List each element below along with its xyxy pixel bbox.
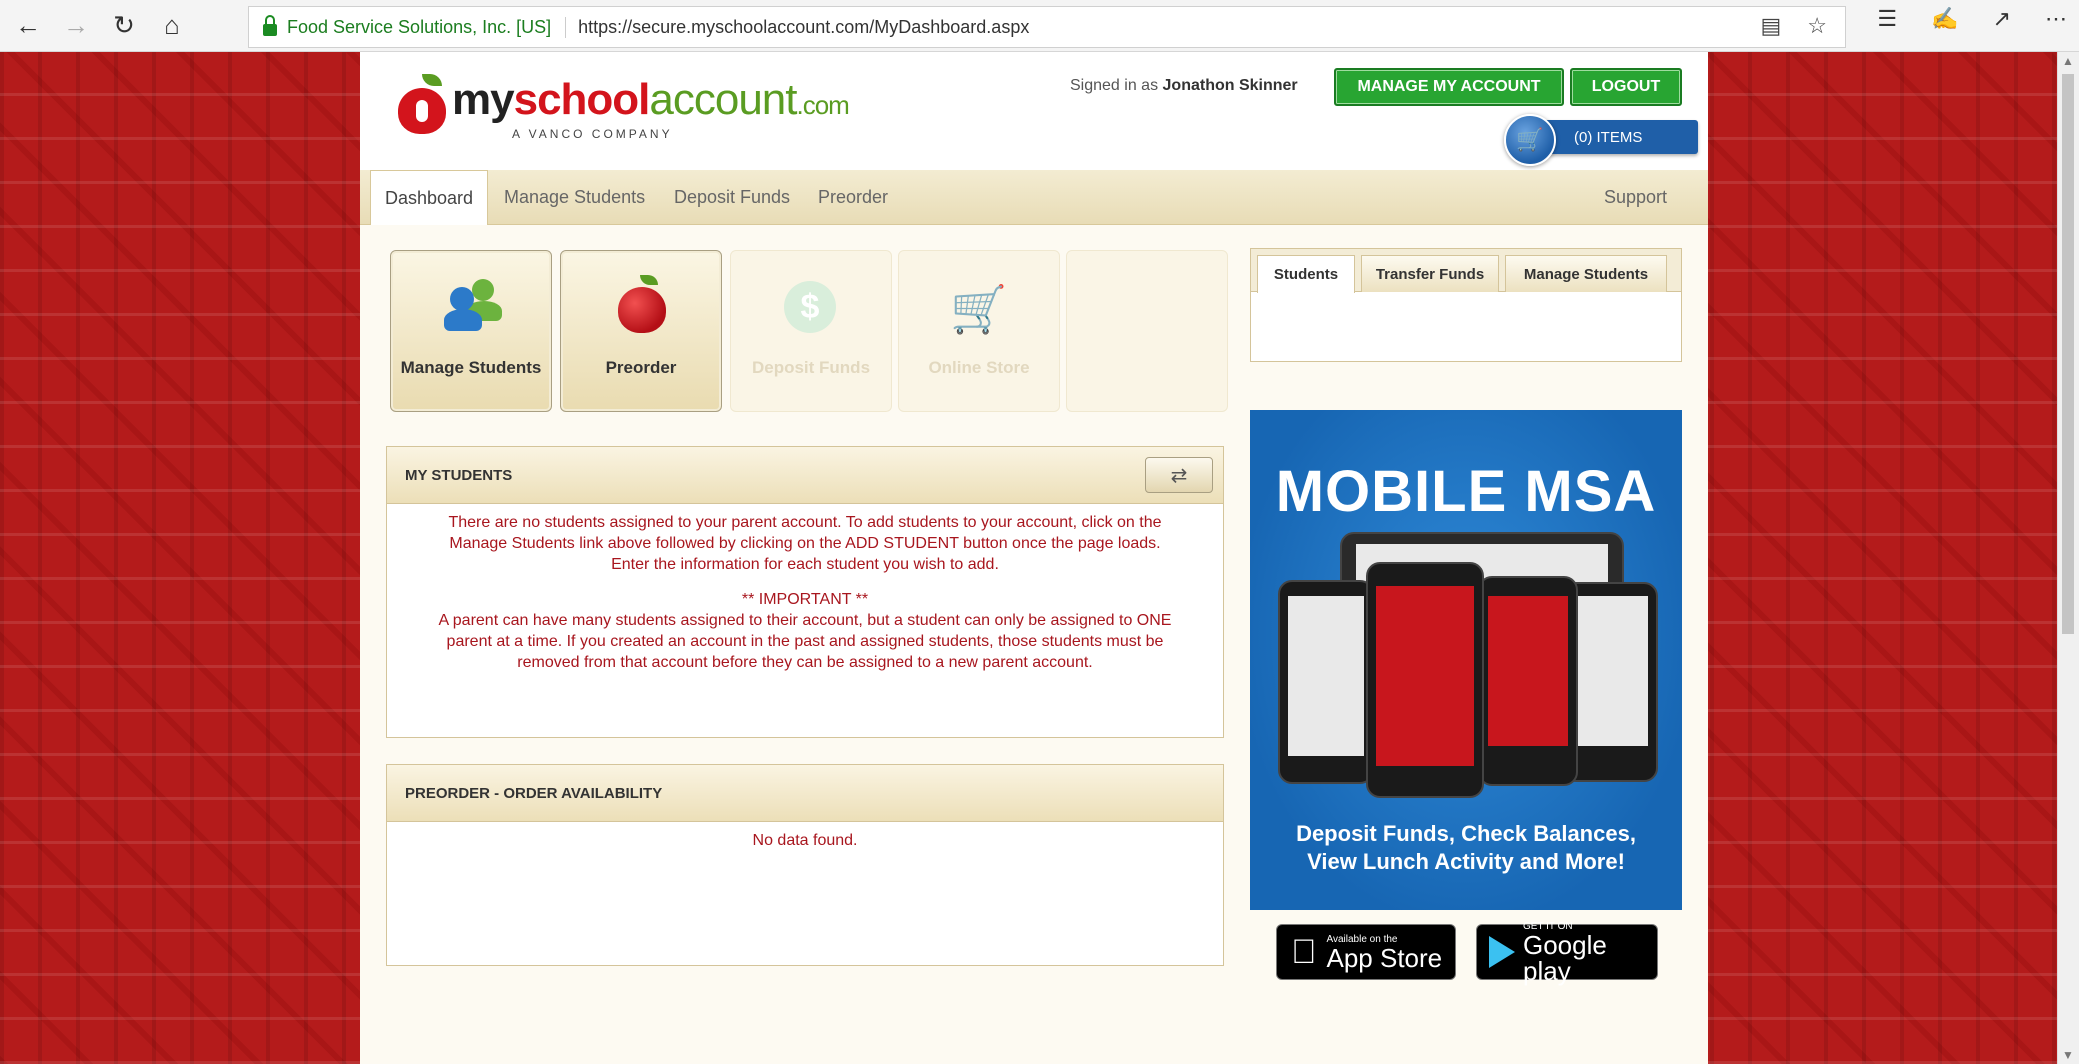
favorites-hub-icon[interactable]: ☰ [1877, 6, 1897, 32]
favorite-star-icon[interactable]: ☆ [1807, 13, 1827, 39]
my-students-panel: MY STUDENTS ⇄ There are no students assi… [386, 446, 1224, 738]
browser-toolbar: ← → ↻ ⌂ Food Service Solutions, Inc. [US… [0, 0, 2079, 52]
tab-students[interactable]: Students [1257, 255, 1355, 293]
share-icon[interactable]: ↗ [1993, 6, 2011, 32]
panel-title: MY STUDENTS [387, 447, 1223, 504]
logo-text-account: account [649, 75, 797, 124]
ad-tagline-line: Deposit Funds, Check Balances, [1296, 821, 1636, 846]
site-identity[interactable]: Food Service Solutions, Inc. [US] [287, 16, 567, 38]
more-icon[interactable]: ⋯ [2045, 6, 2067, 32]
nav-preorder[interactable]: Preorder [818, 170, 888, 224]
nav-dashboard[interactable]: Dashboard [370, 170, 489, 225]
refresh-button[interactable]: ⇄ [1145, 457, 1213, 493]
cart-icon: 🛒 [950, 283, 1008, 335]
logo-text-school: school [513, 75, 651, 124]
tile-label: Online Store [928, 358, 1030, 377]
store-big-text: App Store [1301, 942, 1443, 973]
app-store-badge[interactable]:  Available on the App Store [1276, 924, 1456, 980]
refresh-icon: ⇄ [1170, 464, 1188, 487]
mobile-msa-ad[interactable]: MOBILE MSA Deposit Funds, Check Balances… [1250, 410, 1682, 910]
site-header: myschoolaccount.com A VANCO COMPANY Sign… [360, 52, 1708, 170]
nav-support[interactable]: Support [1604, 170, 1667, 224]
scroll-down-icon[interactable]: ▼ [2062, 1048, 2074, 1062]
lock-icon [263, 15, 277, 36]
logo-text-my: my [452, 75, 515, 124]
message-line: Enter the information for each student y… [611, 556, 999, 573]
cart-items-count: (0) ITEMS [1574, 128, 1643, 146]
tile-label: Manage Students [400, 358, 542, 377]
tile-deposit-funds: $ Deposit Funds [730, 250, 892, 412]
store-big-text: Google play [1523, 929, 1607, 986]
tile-label: Preorder [605, 358, 677, 377]
shopping-cart-icon: 🛒 [1504, 114, 1556, 166]
preorder-availability-panel: PREORDER - ORDER AVAILABILITY No data fo… [386, 764, 1224, 966]
refresh-icon[interactable]: ↻ [104, 6, 144, 46]
reading-view-icon[interactable]: ▤ [1760, 13, 1781, 39]
nav-manage-students[interactable]: Manage Students [504, 170, 645, 224]
google-play-badge[interactable]: GET IT ON Google play [1476, 921, 1658, 984]
pen-icon[interactable]: ✍ [1931, 6, 1958, 32]
logo-tagline: A VANCO COMPANY [512, 127, 673, 141]
url-text[interactable]: https://secure.myschoolaccount.com/MyDas… [578, 17, 1029, 38]
forward-icon[interactable]: → [56, 6, 96, 46]
apple-logo-icon [398, 74, 446, 134]
tile-label: Deposit Funds [751, 358, 871, 377]
logo-text-com: .com [796, 90, 850, 120]
no-students-message: There are no students assigned to your p… [387, 512, 1223, 673]
message-line: removed from that account before they ca… [517, 654, 1093, 671]
signed-in-prefix: Signed in as [1070, 77, 1159, 94]
google-play-icon [1489, 936, 1515, 968]
ad-tagline: Deposit Funds, Check Balances, View Lunc… [1250, 820, 1682, 876]
tile-empty [1066, 250, 1228, 412]
scroll-up-icon[interactable]: ▲ [2062, 54, 2074, 68]
apple-icon [616, 275, 668, 335]
home-icon[interactable]: ⌂ [152, 6, 192, 46]
page-container: myschoolaccount.com A VANCO COMPANY Sign… [360, 52, 1708, 1064]
scroll-thumb[interactable] [2062, 74, 2074, 634]
page-background: myschoolaccount.com A VANCO COMPANY Sign… [0, 52, 2058, 1064]
user-name: Jonathon Skinner [1162, 77, 1298, 94]
students-tabs-panel: Students Transfer Funds Manage Students [1250, 248, 1682, 362]
ad-title: MOBILE MSA [1275, 459, 1657, 524]
cart-button[interactable]: 🛒 (0) ITEMS [1504, 114, 1698, 166]
ad-tagline-line: View Lunch Activity and More! [1307, 849, 1625, 874]
back-icon[interactable]: ← [8, 6, 48, 46]
tile-manage-students[interactable]: Manage Students [390, 250, 552, 412]
main-nav: Dashboard Manage Students Deposit Funds … [360, 170, 1708, 225]
nav-deposit-funds[interactable]: Deposit Funds [674, 170, 790, 224]
address-bar[interactable]: Food Service Solutions, Inc. [US] https:… [248, 6, 1846, 48]
dollar-icon: $ [784, 281, 836, 333]
page-scrollbar[interactable]: ▲ ▼ [2057, 52, 2079, 1064]
signed-in-text: Signed in as Jonathon Skinner [1070, 77, 1298, 95]
apple-icon:  [1291, 933, 1317, 972]
people-icon [444, 279, 504, 331]
panel-title: PREORDER - ORDER AVAILABILITY [387, 765, 1223, 822]
tab-manage-students[interactable]: Manage Students [1505, 255, 1667, 292]
message-line: There are no students assigned to your p… [448, 514, 1162, 531]
important-heading: ** IMPORTANT ** [741, 591, 869, 608]
message-line: parent at a time. If you created an acco… [446, 633, 1164, 650]
no-data-message: No data found. [752, 832, 858, 849]
manage-account-button[interactable]: MANAGE MY ACCOUNT [1334, 68, 1564, 106]
tile-preorder[interactable]: Preorder [560, 250, 722, 412]
message-line: A parent can have many students assigned… [438, 612, 1172, 629]
message-line: Manage Students link above followed by c… [449, 535, 1161, 552]
tab-transfer-funds[interactable]: Transfer Funds [1361, 255, 1499, 292]
tile-online-store: 🛒 Online Store [898, 250, 1060, 412]
logout-button[interactable]: LOGOUT [1570, 68, 1682, 106]
